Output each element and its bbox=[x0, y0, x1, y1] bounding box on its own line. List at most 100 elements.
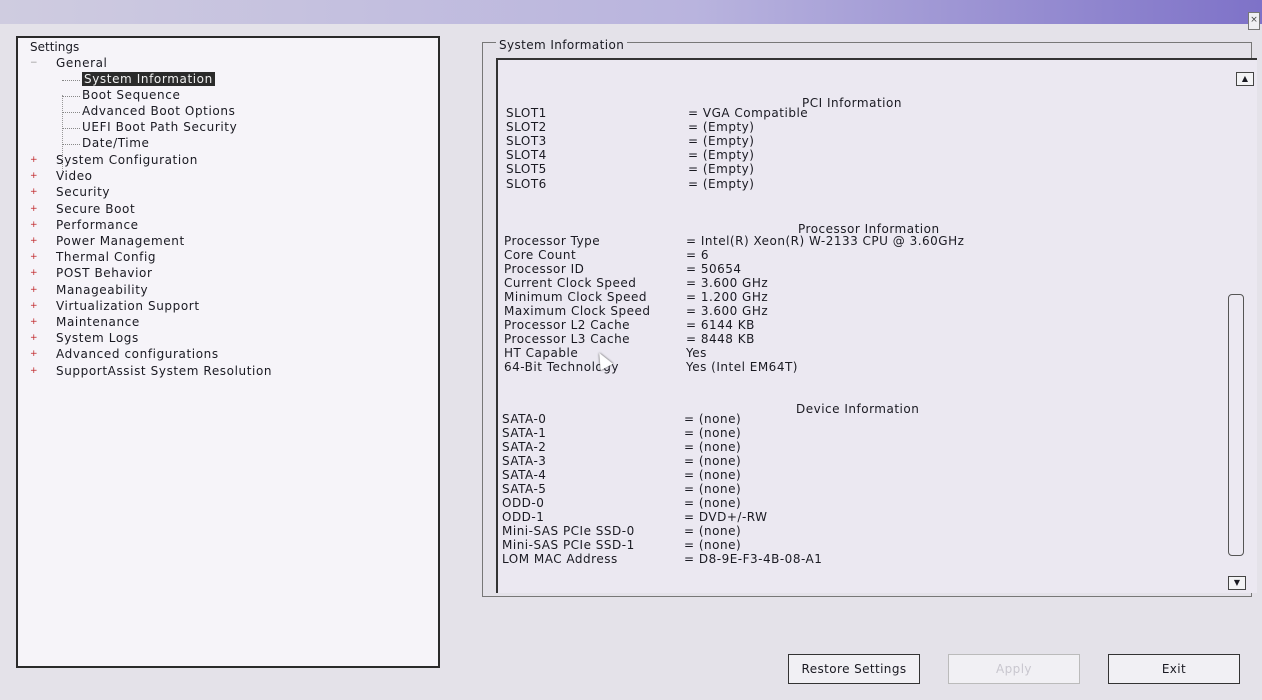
device-row-label: SATA-3 bbox=[502, 454, 547, 468]
processor-row-label: HT Capable bbox=[504, 346, 579, 360]
processor-row-label: Processor L2 Cache bbox=[504, 318, 631, 332]
tree-item-uefi-boot-path-security[interactable]: UEFI Boot Path Security bbox=[82, 120, 237, 134]
processor-row-value: = 50654 bbox=[686, 262, 742, 276]
close-icon[interactable]: × bbox=[1248, 12, 1260, 30]
expand-icon[interactable]: + bbox=[30, 366, 38, 375]
processor-row-label: Processor ID bbox=[504, 262, 585, 276]
tree-item-date-time[interactable]: Date/Time bbox=[82, 136, 150, 150]
device-row-value: = DVD+/-RW bbox=[684, 510, 768, 524]
pci-row-value: = (Empty) bbox=[688, 148, 755, 163]
tree-title: Settings bbox=[30, 40, 80, 54]
device-row-value: = (none) bbox=[684, 496, 742, 510]
tree-item-maintenance[interactable]: Maintenance bbox=[56, 315, 140, 329]
vertical-scrollbar[interactable]: ▲ ▼ bbox=[1226, 70, 1254, 592]
tree-item-system-information[interactable]: System Information bbox=[82, 72, 215, 86]
pci-row-label: SLOT1 bbox=[506, 106, 547, 120]
device-row-label: Mini-SAS PCIe SSD-1 bbox=[502, 538, 635, 552]
tree-item-power-management[interactable]: Power Management bbox=[56, 234, 185, 248]
tree-item-general[interactable]: General bbox=[56, 56, 108, 70]
apply-button[interactable]: Apply bbox=[948, 654, 1080, 684]
tree-item-video[interactable]: Video bbox=[56, 169, 93, 183]
expand-icon[interactable]: + bbox=[30, 253, 38, 262]
device-section-heading: Device Information bbox=[796, 402, 920, 416]
pci-row-value: = VGA Compatible bbox=[688, 106, 809, 120]
restore-settings-button[interactable]: Restore Settings bbox=[788, 654, 920, 684]
tree-item-label: UEFI Boot Path Security bbox=[82, 120, 238, 134]
tree-item-advanced-boot-options[interactable]: Advanced Boot Options bbox=[82, 104, 235, 118]
tree-item-security[interactable]: Security bbox=[56, 185, 110, 199]
processor-row-label: Processor Type bbox=[504, 234, 601, 248]
expand-icon[interactable]: + bbox=[30, 285, 38, 294]
processor-row-value: = 3.600 GHz bbox=[686, 276, 769, 290]
panel-title: System Information bbox=[496, 38, 628, 52]
expand-icon[interactable]: + bbox=[30, 204, 38, 213]
title-bar bbox=[0, 0, 1262, 24]
tree-item-performance[interactable]: Performance bbox=[56, 218, 139, 232]
tree-item-manageability[interactable]: Manageability bbox=[56, 283, 148, 297]
device-row-label: SATA-5 bbox=[502, 482, 547, 496]
device-row-label: SATA-2 bbox=[502, 440, 547, 454]
pci-row-label: SLOT5 bbox=[506, 162, 547, 177]
pci-row-value: = (Empty) bbox=[688, 162, 755, 177]
processor-row-value: Yes (Intel EM64T) bbox=[686, 360, 798, 374]
expand-icon[interactable]: + bbox=[30, 301, 38, 310]
expand-icon[interactable]: + bbox=[30, 350, 38, 359]
pci-row-value: = (Empty) bbox=[688, 176, 755, 191]
device-row-label: SATA-1 bbox=[502, 426, 547, 440]
device-row-value: = (none) bbox=[684, 426, 742, 440]
device-row-value: = (none) bbox=[684, 412, 742, 426]
tree-item-boot-sequence[interactable]: Boot Sequence bbox=[82, 88, 180, 102]
processor-row-label: Current Clock Speed bbox=[504, 276, 637, 290]
device-row-label: Mini-SAS PCIe SSD-0 bbox=[502, 524, 635, 538]
scroll-up-icon[interactable]: ▲ bbox=[1236, 72, 1254, 86]
expand-icon[interactable]: + bbox=[30, 220, 38, 229]
processor-row-label: Processor L3 Cache bbox=[504, 332, 631, 346]
tree-connector bbox=[62, 80, 80, 81]
tree-item-thermal-config[interactable]: Thermal Config bbox=[56, 250, 156, 264]
device-row-value: = (none) bbox=[684, 538, 742, 552]
expand-icon[interactable]: + bbox=[30, 172, 38, 181]
processor-row-value: = 3.600 GHz bbox=[686, 304, 769, 318]
settings-tree: Settings − General System Information Boot … bbox=[16, 36, 440, 668]
exit-button[interactable]: Exit bbox=[1108, 654, 1240, 684]
tree-item-advanced-configurations[interactable]: Advanced configurations bbox=[56, 347, 219, 361]
expand-icon[interactable]: + bbox=[30, 318, 38, 327]
processor-row-value: Yes bbox=[686, 346, 707, 360]
expand-icon[interactable]: + bbox=[30, 269, 38, 278]
tree-item-label: System Information bbox=[82, 72, 215, 86]
device-row-value: = D8-9E-F3-4B-08-A1 bbox=[684, 552, 823, 566]
tree-item-secure-boot[interactable]: Secure Boot bbox=[56, 202, 135, 216]
processor-row-label: Minimum Clock Speed bbox=[504, 290, 647, 304]
tree-item-label: Advanced Boot Options bbox=[82, 104, 236, 118]
device-row-value: = (none) bbox=[684, 524, 742, 538]
processor-row-value: = 1.200 GHz bbox=[686, 290, 769, 304]
expand-icon[interactable]: + bbox=[30, 188, 38, 197]
tree-item-system-logs[interactable]: System Logs bbox=[56, 331, 139, 345]
system-information-content: PCI Information SLOT1 = VGA Compatible SLOT… bbox=[496, 58, 1257, 593]
pci-row-value: = (Empty) bbox=[688, 120, 755, 135]
device-row-value: = (none) bbox=[684, 440, 742, 454]
device-row-label: ODD-0 bbox=[502, 496, 545, 510]
processor-row-value: = Intel(R) Xeon(R) W-2133 CPU @ 3.60GHz bbox=[686, 234, 965, 248]
tree-item-label: Boot Sequence bbox=[82, 88, 181, 102]
processor-row-label: Maximum Clock Speed bbox=[504, 304, 651, 318]
tree-item-system-configuration[interactable]: System Configuration bbox=[56, 153, 198, 167]
expand-icon[interactable]: + bbox=[30, 334, 38, 343]
expand-icon[interactable]: + bbox=[30, 237, 38, 246]
processor-row-value: = 8448 KB bbox=[686, 332, 755, 346]
scroll-thumb[interactable] bbox=[1228, 294, 1244, 556]
tree-connector bbox=[62, 128, 80, 129]
scroll-down-icon[interactable]: ▼ bbox=[1228, 576, 1246, 590]
tree-item-virtualization-support[interactable]: Virtualization Support bbox=[56, 299, 200, 313]
processor-row-label: Core Count bbox=[504, 248, 577, 262]
pci-row-label: SLOT4 bbox=[506, 148, 547, 163]
expand-icon[interactable]: + bbox=[30, 156, 38, 165]
collapse-icon[interactable]: − bbox=[30, 59, 38, 68]
tree-item-post-behavior[interactable]: POST Behavior bbox=[56, 266, 153, 280]
tree-item-label: Date/Time bbox=[82, 136, 150, 150]
pci-row-label: SLOT6 bbox=[506, 176, 547, 191]
device-row-label: SATA-0 bbox=[502, 412, 547, 426]
device-row-value: = (none) bbox=[684, 468, 742, 482]
tree-item-supportassist-system-resolution[interactable]: SupportAssist System Resolution bbox=[56, 364, 272, 378]
pci-row-value: = (Empty) bbox=[688, 134, 755, 149]
